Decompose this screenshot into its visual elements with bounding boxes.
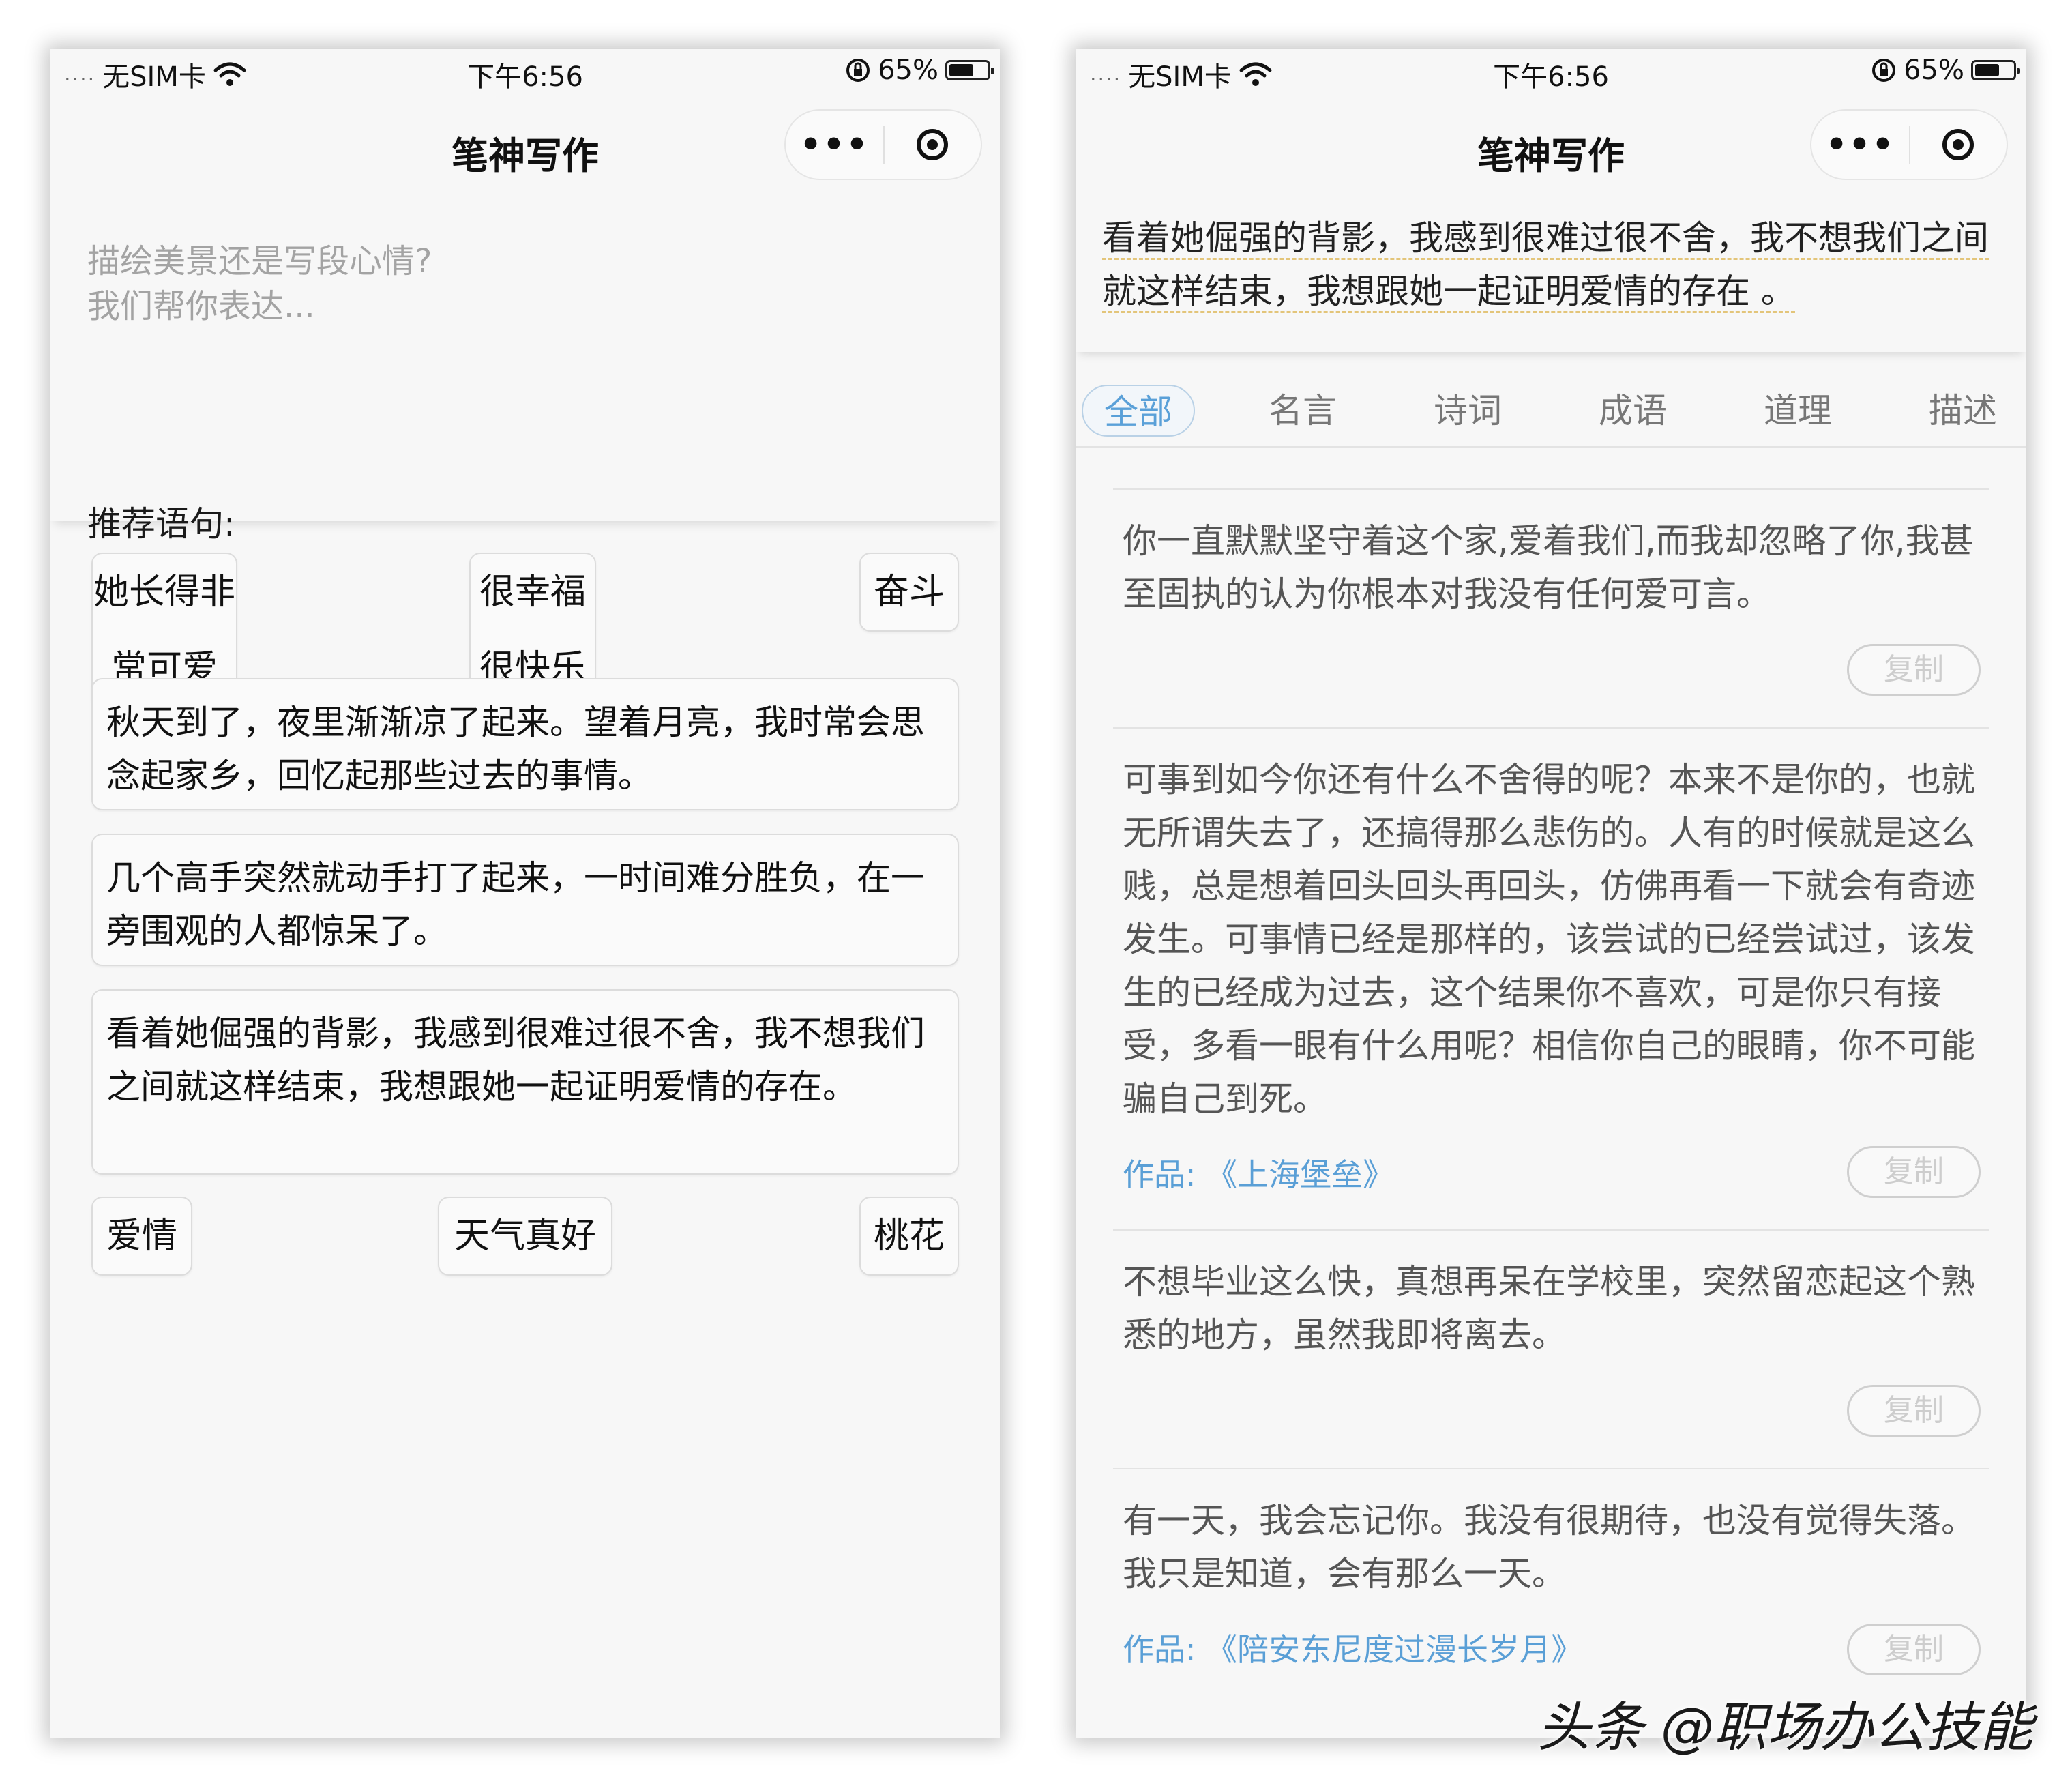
result-work: 作品: 《上海堡垒》 [1123, 1150, 1394, 1195]
result-item: 不想毕业这么快，真想再呆在学校里，突然留恋起这个熟悉的地方，虽然我即将离去。 复… [1113, 1229, 1989, 1469]
nav-bar: 笔神写作 ••• [50, 97, 1000, 199]
result-item: 你一直默默坚守着这个家,爱着我们,而我却忽略了你,我甚至固执的认为你根本对我没有… [1113, 488, 1989, 729]
rotation-lock-icon [846, 59, 870, 82]
tab-quotes[interactable]: 名言 [1255, 385, 1350, 437]
status-bar: .... 无SIM卡 下午6:56 65% [50, 49, 1000, 97]
tab-all[interactable]: 全部 [1082, 385, 1195, 437]
work-label: 作品: [1123, 1156, 1196, 1193]
battery-percent: 65% [878, 55, 938, 86]
rotation-lock-icon [1872, 59, 1896, 82]
category-tabs: 全部 名言 诗词 成语 道理 描述 [1076, 370, 2026, 448]
mini-program-capsule: ••• [1810, 109, 2008, 180]
more-icon[interactable]: ••• [1811, 128, 1909, 162]
battery-icon [1971, 60, 2020, 80]
suggestion-chip[interactable]: 奋斗 [859, 553, 959, 632]
watermark: 头条 @职场办公技能 [1537, 1697, 2033, 1759]
input-text: 看着她倔强的背影，我感到很难过很不舍，我不想我们之间就这样结束，我想跟她一起证明… [1102, 211, 2002, 318]
input-text-underlined: 看着她倔强的背影，我感到很难过很不舍，我不想我们之间就这样结束，我想跟她一起证明… [1102, 218, 1989, 313]
tab-idioms[interactable]: 成语 [1585, 385, 1681, 437]
result-text: 不想毕业这么快，真想再呆在学校里，突然留恋起这个熟悉的地方，虽然我即将离去。 [1123, 1262, 1975, 1355]
sentence-card[interactable]: 几个高手突然就动手打了起来，一时间难分胜负，在一旁围观的人都惊呆了。 [91, 834, 959, 966]
work-title-link[interactable]: 《陪安东尼度过漫长岁月》 [1206, 1631, 1582, 1668]
close-target-button[interactable] [885, 129, 981, 160]
more-icon[interactable]: ••• [786, 128, 883, 162]
phone-screen-left: .... 无SIM卡 下午6:56 65% 笔神写作 ••• 描绘美景还是写段心… [50, 49, 1000, 1738]
work-label: 作品: [1123, 1631, 1196, 1668]
battery-percent: 65% [1904, 55, 1964, 86]
sentence-card[interactable]: 看着她倔强的背影，我感到很难过很不舍，我不想我们之间就这样结束，我想跟她一起证明… [91, 989, 959, 1175]
tab-poems[interactable]: 诗词 [1420, 385, 1515, 437]
copy-button[interactable]: 复制 [1847, 1146, 1981, 1198]
input-placeholder: 描绘美景还是写段心情? 我们帮你表达... [87, 242, 432, 325]
copy-button[interactable]: 复制 [1847, 1385, 1981, 1437]
sentence-card[interactable]: 秋天到了，夜里渐渐凉了起来。望着月亮，我时常会思念起家乡，回忆起那些过去的事情。 [91, 678, 959, 810]
tab-reasoning[interactable]: 道理 [1750, 385, 1846, 437]
nav-bar: 笔神写作 ••• [1076, 97, 2026, 199]
status-bar: .... 无SIM卡 下午6:56 65% [1076, 49, 2026, 97]
result-text: 可事到如今你还有什么不舍得的呢？本来不是你的，也就无所谓失去了，还搞得那么悲伤的… [1123, 760, 1975, 1119]
target-icon [917, 129, 949, 160]
suggestion-chip[interactable]: 天气真好 [438, 1197, 612, 1276]
phone-screen-right: .... 无SIM卡 下午6:56 65% 笔神写作 ••• 看着她倔强的背影，… [1076, 49, 2026, 1738]
result-work: 作品: 《陪安东尼度过漫长岁月》 [1123, 1625, 1582, 1670]
battery-icon [945, 60, 994, 80]
suggestion-chip[interactable]: 桃花 [859, 1197, 959, 1276]
work-title-link[interactable]: 《上海堡垒》 [1206, 1156, 1394, 1193]
writing-input[interactable]: 看着她倔强的背影，我感到很难过很不舍，我不想我们之间就这样结束，我想跟她一起证明… [1076, 199, 2026, 352]
writing-input[interactable]: 描绘美景还是写段心情? 我们帮你表达... [50, 199, 1000, 521]
suggestion-chip[interactable]: 爱情 [91, 1197, 192, 1276]
result-text: 有一天，我会忘记你。我没有很期待，也没有觉得失落。我只是知道，会有那么一天。 [1123, 1501, 1975, 1594]
result-text: 你一直默默坚守着这个家,爱着我们,而我却忽略了你,我甚至固执的认为你根本对我没有… [1123, 521, 1974, 614]
copy-button[interactable]: 复制 [1847, 644, 1981, 696]
close-target-button[interactable] [1910, 129, 2007, 160]
mini-program-capsule: ••• [784, 109, 982, 180]
result-item: 可事到如今你还有什么不舍得的呢？本来不是你的，也就无所谓失去了，还搞得那么悲伤的… [1113, 727, 1989, 1231]
target-icon [1942, 129, 1974, 160]
copy-button[interactable]: 复制 [1847, 1624, 1981, 1675]
recommend-label: 推荐语句: [87, 504, 235, 544]
tab-description[interactable]: 描述 [1915, 385, 2011, 437]
